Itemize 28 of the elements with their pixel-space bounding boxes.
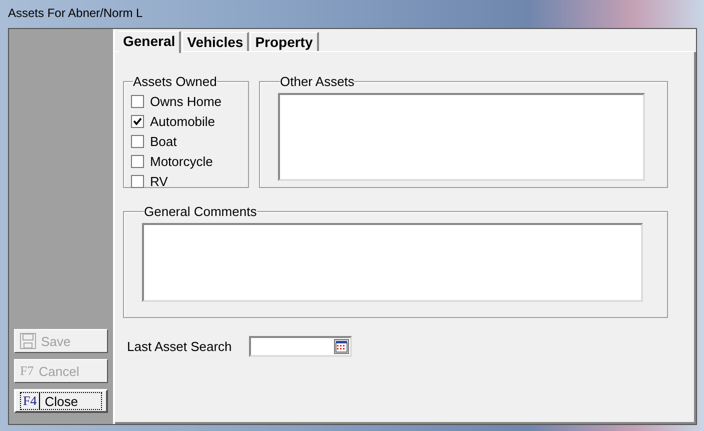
checkbox-label: Motorcycle [150, 154, 213, 168]
button-label: Cancel [38, 364, 80, 378]
group-title: Other Assets [280, 74, 354, 89]
date-field[interactable] [248, 336, 352, 357]
calendar-icon[interactable] [334, 339, 349, 354]
key-label: F4 [23, 393, 40, 409]
tab[interactable]: Property [250, 32, 319, 51]
tab[interactable]: General [119, 31, 182, 53]
other-assets-field[interactable] [278, 93, 645, 181]
field-label: Last Asset Search [127, 339, 232, 354]
checkbox-label: RV [150, 174, 168, 188]
comments-field[interactable] [142, 223, 643, 302]
checkbox-label: Owns Home [150, 94, 222, 108]
group-title: Assets Owned [133, 74, 217, 89]
tab[interactable]: Vehicles [182, 32, 250, 51]
checkbox[interactable] [131, 174, 144, 188]
button-label: Save [41, 334, 71, 348]
checkbox[interactable] [131, 94, 144, 108]
checkbox[interactable] [131, 114, 144, 128]
group-title: General Comments [144, 204, 257, 219]
button-label: Close [44, 394, 78, 408]
checkbox[interactable] [131, 134, 144, 148]
key-label: F7 [20, 363, 34, 379]
action-button[interactable]: F4 Close [14, 389, 108, 413]
checkbox[interactable] [131, 154, 144, 168]
window-title: Assets For Abner/Norm L [8, 6, 143, 20]
checkbox-label: Boat [150, 134, 177, 148]
checkbox-label: Automobile [150, 114, 216, 128]
